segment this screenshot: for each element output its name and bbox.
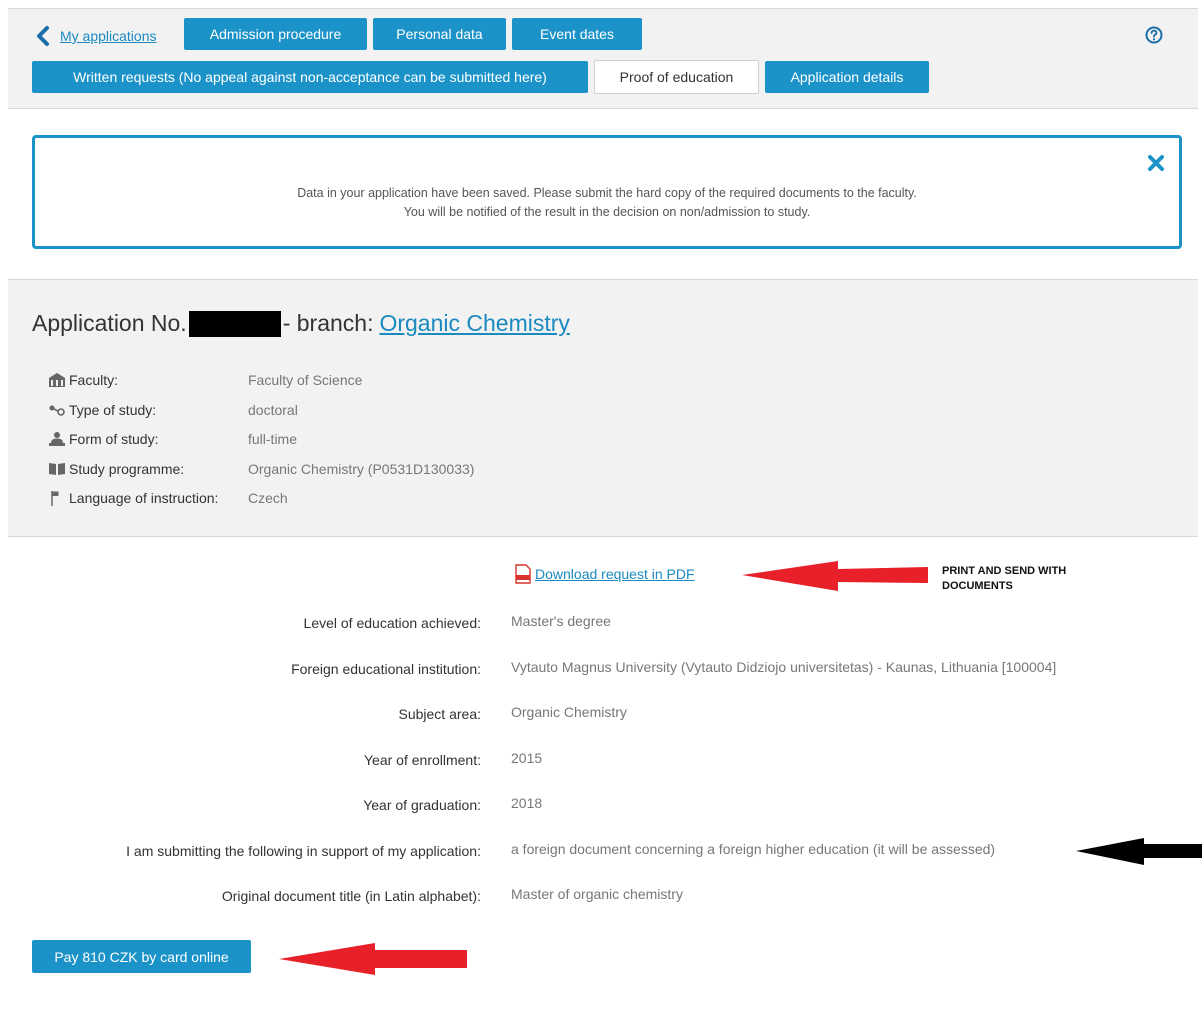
info-row-form-of-study: Form of study: full-time	[48, 429, 297, 449]
redacted-number	[188, 310, 281, 337]
detail-value: 2018	[511, 795, 543, 811]
info-label: Study programme:	[69, 461, 185, 477]
application-panel: Application No. - branch: Organic Chemis…	[8, 279, 1198, 537]
info-value: Faculty of Science	[248, 372, 363, 388]
detail-value: Vytauto Magnus University (Vytauto Didzi…	[511, 659, 1057, 675]
tab-event-dates[interactable]: Event dates	[512, 18, 642, 50]
info-value: Organic Chemistry (P0531D130033)	[248, 461, 475, 477]
pay-card-button[interactable]: Pay 810 CZK by card online	[32, 940, 251, 973]
tab-admission-procedure[interactable]: Admission procedure	[184, 18, 367, 50]
download-pdf[interactable]: Download request in PDF	[513, 564, 695, 584]
detail-label: Year of enrollment:	[364, 752, 481, 768]
application-title-prefix: Application No.	[32, 310, 187, 336]
detail-value: a foreign document concerning a foreign …	[511, 841, 996, 857]
back-link[interactable]: My applications	[32, 24, 157, 48]
building-icon	[49, 373, 65, 387]
info-row-type-of-study: Type of study: doctoral	[48, 400, 298, 420]
annotation-note: PRINT AND SEND WITH DOCUMENTS	[942, 564, 1102, 594]
detail-label: I am submitting the following in support…	[126, 843, 481, 859]
info-value: doctoral	[248, 402, 298, 418]
detail-value: Organic Chemistry	[511, 704, 627, 720]
application-title: Application No. - branch: Organic Chemis…	[32, 310, 570, 337]
detail-label: Subject area:	[398, 706, 482, 722]
info-row-faculty: Faculty: Faculty of Science	[48, 370, 362, 390]
info-value: full-time	[248, 431, 298, 447]
info-row-language: Language of instruction: Czech	[48, 488, 288, 508]
pdf-icon[interactable]	[513, 564, 533, 584]
tab-personal-data[interactable]: Personal data	[373, 18, 506, 50]
flag-icon	[51, 491, 59, 506]
info-label: Type of study:	[69, 402, 157, 418]
help-icon[interactable]	[1145, 26, 1163, 44]
red-arrow-download	[742, 561, 928, 591]
application-title-branch-label: - branch:	[282, 310, 374, 336]
detail-label: Year of graduation:	[363, 797, 481, 813]
detail-value: Master's degree	[511, 613, 611, 629]
branch-link[interactable]: Organic Chemistry	[379, 310, 569, 337]
info-row-study-programme: Study programme: Organic Chemistry (P053…	[48, 459, 474, 479]
save-notice: Data in your application have been saved…	[32, 135, 1182, 249]
detail-label: Original document title (in Latin alphab…	[221, 888, 481, 904]
detail-value: Master of organic chemistry	[511, 886, 683, 902]
annotation-line-1: PRINT AND SEND WITH	[942, 565, 1067, 577]
info-label: Faculty:	[69, 372, 119, 388]
tab-proof-of-education[interactable]: Proof of education	[594, 60, 759, 94]
black-arrow-document	[1076, 838, 1202, 865]
notice-line-2: You will be notified of the result in th…	[403, 205, 811, 219]
chevron-left-icon[interactable]	[32, 25, 54, 47]
book-icon	[49, 463, 65, 475]
info-label: Form of study:	[69, 431, 159, 447]
annotation-line-2: DOCUMENTS	[942, 580, 1013, 592]
study-type-icon	[49, 405, 65, 416]
notice-line-1: Data in your application have been saved…	[297, 186, 917, 200]
tab-application-details[interactable]: Application details	[765, 61, 929, 93]
person-desk-icon	[49, 432, 65, 446]
my-applications-link[interactable]: My applications	[60, 28, 157, 44]
detail-label: Foreign educational institution:	[291, 661, 481, 677]
tab-written-requests[interactable]: Written requests (No appeal against non-…	[32, 61, 588, 93]
download-pdf-link[interactable]: Download request in PDF	[535, 566, 695, 582]
info-label: Language of instruction:	[69, 490, 219, 506]
detail-value: 2015	[511, 750, 543, 766]
red-arrow-pay	[279, 943, 467, 975]
detail-label: Level of education achieved:	[303, 615, 481, 631]
info-value: Czech	[248, 490, 288, 506]
close-icon[interactable]	[1147, 154, 1165, 172]
